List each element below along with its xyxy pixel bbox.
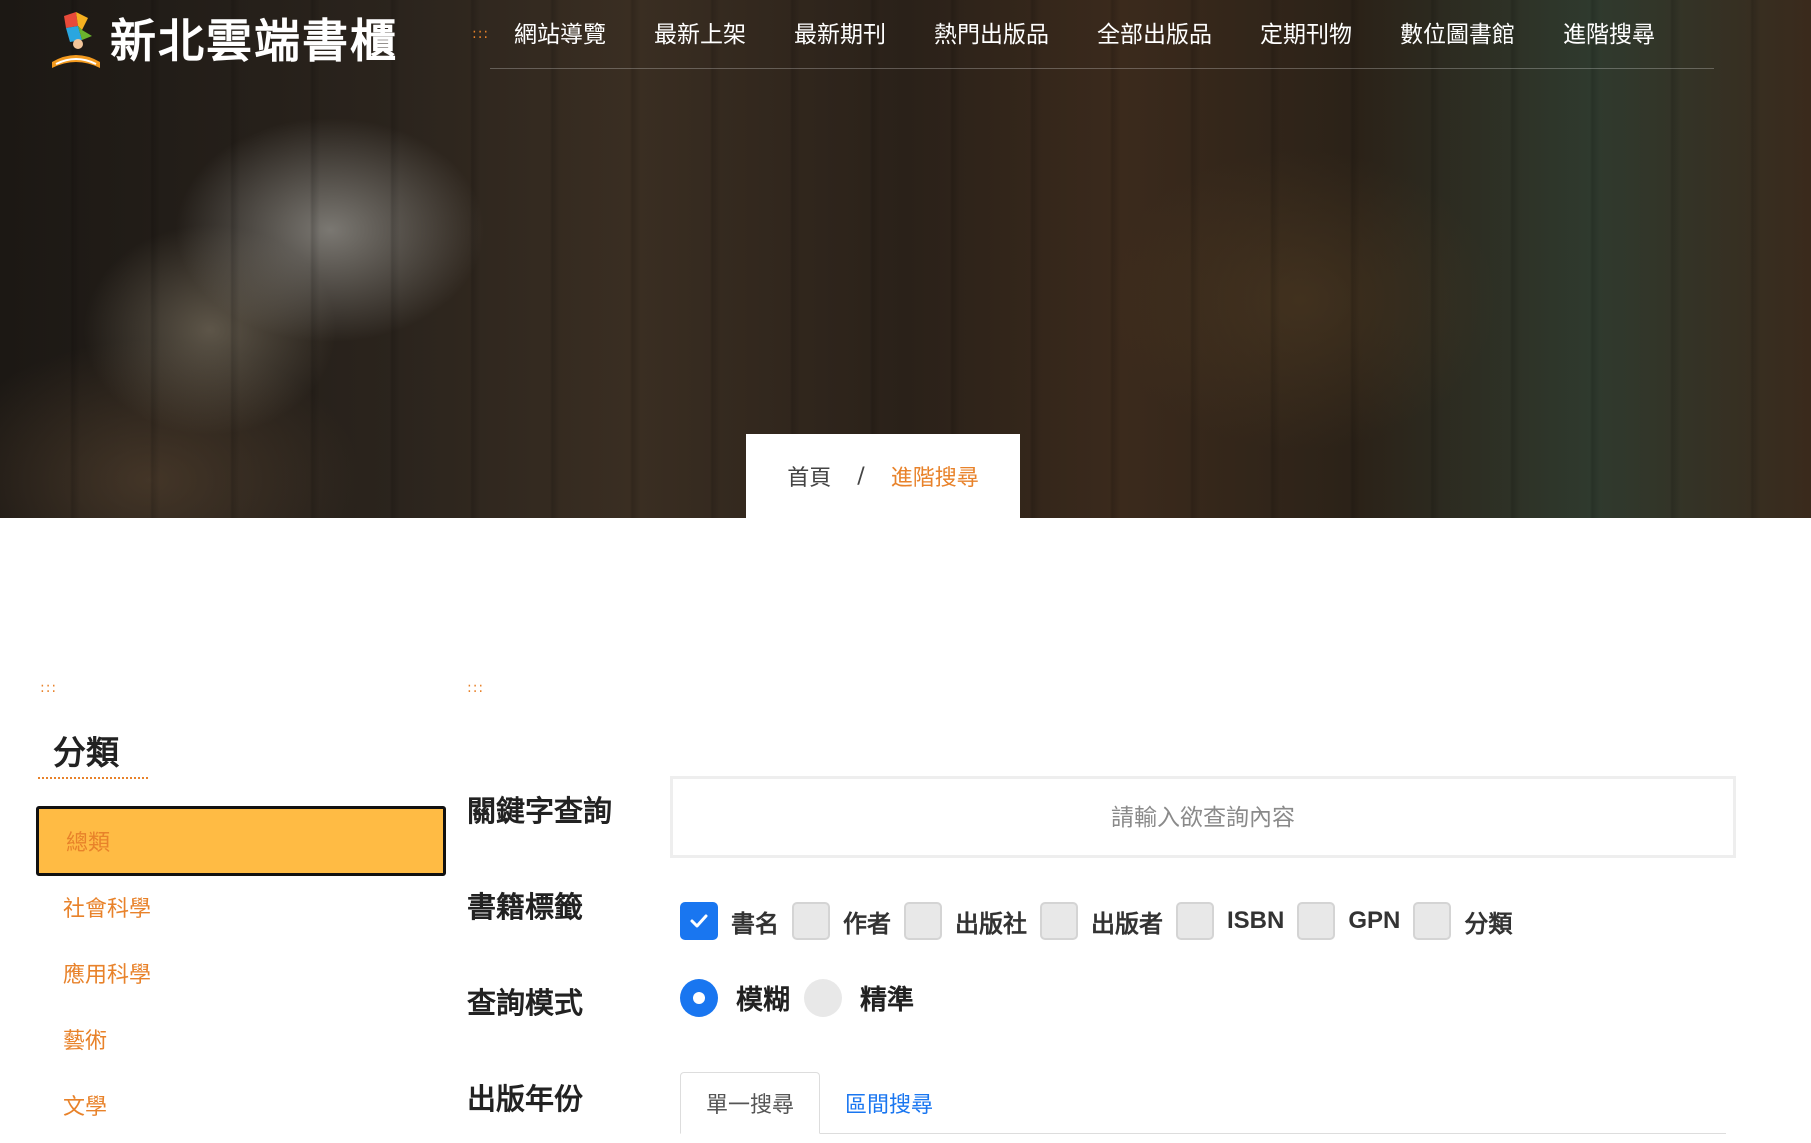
breadcrumb: 首頁 / 進階搜尋 <box>746 434 1020 518</box>
checkbox-publisher[interactable] <box>1040 902 1078 940</box>
checkbox-author-label[interactable]: 作者 <box>843 904 891 939</box>
checkbox-isbn-label[interactable]: ISBN <box>1227 907 1284 935</box>
checkbox-title-label[interactable]: 書名 <box>731 904 779 939</box>
breadcrumb-separator: / <box>857 463 865 489</box>
site-header: 新北雲端書櫃 ::: 網站導覽 最新上架 最新期刊 熱門出版品 全部出版品 定期… <box>0 0 1811 72</box>
logo-icon <box>48 12 104 70</box>
main-nav: 網站導覽 最新上架 最新期刊 熱門出版品 全部出版品 定期刊物 數位圖書館 進階… <box>490 0 1679 68</box>
category-item-applied-science[interactable]: 應用科學 <box>36 940 446 1006</box>
nav-divider <box>490 68 1714 69</box>
nav-sitemap[interactable]: 網站導覽 <box>490 0 630 68</box>
radio-exact[interactable] <box>804 978 842 1017</box>
category-title-underline <box>38 776 148 779</box>
check-icon <box>690 914 708 928</box>
checkbox-gpn[interactable] <box>1297 902 1336 940</box>
search-mode-group: 模糊 精準 <box>680 978 928 1017</box>
nav-advanced-search[interactable]: 進階搜尋 <box>1539 0 1679 68</box>
checkbox-publisher-label[interactable]: 出版者 <box>1091 904 1163 939</box>
publish-year-label: 出版年份 <box>467 1084 584 1116</box>
logo-text: 新北雲端書櫃 <box>110 14 398 68</box>
site-logo[interactable]: 新北雲端書櫃 <box>48 6 398 76</box>
breadcrumb-home[interactable]: 首頁 <box>787 460 831 492</box>
nav-periodicals[interactable]: 定期刊物 <box>1236 0 1376 68</box>
checkbox-category-label[interactable]: 分類 <box>1464 904 1512 939</box>
publish-year-tabs: 單一搜尋 區間搜尋 <box>680 1072 1726 1134</box>
keyword-search-input[interactable] <box>670 776 1736 858</box>
radio-fuzzy[interactable] <box>680 978 718 1017</box>
radio-exact-label[interactable]: 精準 <box>860 978 914 1017</box>
checkbox-isbn[interactable] <box>1176 902 1214 940</box>
content-accesskey-marker[interactable]: ::: <box>467 680 484 696</box>
checkbox-title[interactable] <box>680 902 718 940</box>
nav-latest-journals[interactable]: 最新期刊 <box>770 0 910 68</box>
nav-digital-library[interactable]: 數位圖書館 <box>1376 0 1539 68</box>
category-item-arts[interactable]: 藝術 <box>36 1006 446 1072</box>
category-item-literature[interactable]: 文學 <box>36 1072 446 1138</box>
category-item-social-science[interactable]: 社會科學 <box>36 874 446 940</box>
category-list: 總類 社會科學 應用科學 藝術 文學 <box>36 806 446 1138</box>
category-title: 分類 <box>53 734 119 771</box>
tab-single-search[interactable]: 單一搜尋 <box>680 1072 821 1134</box>
sidebar-accesskey-marker[interactable]: ::: <box>40 680 57 696</box>
nav-popular-publications[interactable]: 熱門出版品 <box>910 0 1073 68</box>
checkbox-category[interactable] <box>1413 902 1452 940</box>
book-tags-group: 書名 作者 出版社 出版者 ISBN GPN 分類 <box>680 902 1525 940</box>
breadcrumb-current: 進階搜尋 <box>890 466 979 491</box>
keyword-label: 關鍵字查詢 <box>467 796 613 828</box>
tab-range-search[interactable]: 區間搜尋 <box>820 1072 958 1134</box>
radio-fuzzy-label[interactable]: 模糊 <box>736 978 790 1017</box>
nav-accesskey-marker[interactable]: ::: <box>472 26 489 42</box>
nav-new-arrivals[interactable]: 最新上架 <box>630 0 770 68</box>
checkbox-author[interactable] <box>792 902 830 940</box>
checkbox-publishing-house[interactable] <box>904 902 942 940</box>
checkbox-gpn-label[interactable]: GPN <box>1348 907 1400 935</box>
category-item-general[interactable]: 總類 <box>36 806 446 876</box>
checkbox-publishing-house-label[interactable]: 出版社 <box>955 904 1027 939</box>
book-tags-label: 書籍標籤 <box>467 892 584 924</box>
search-mode-label: 查詢模式 <box>467 988 584 1020</box>
nav-all-publications[interactable]: 全部出版品 <box>1073 0 1236 68</box>
